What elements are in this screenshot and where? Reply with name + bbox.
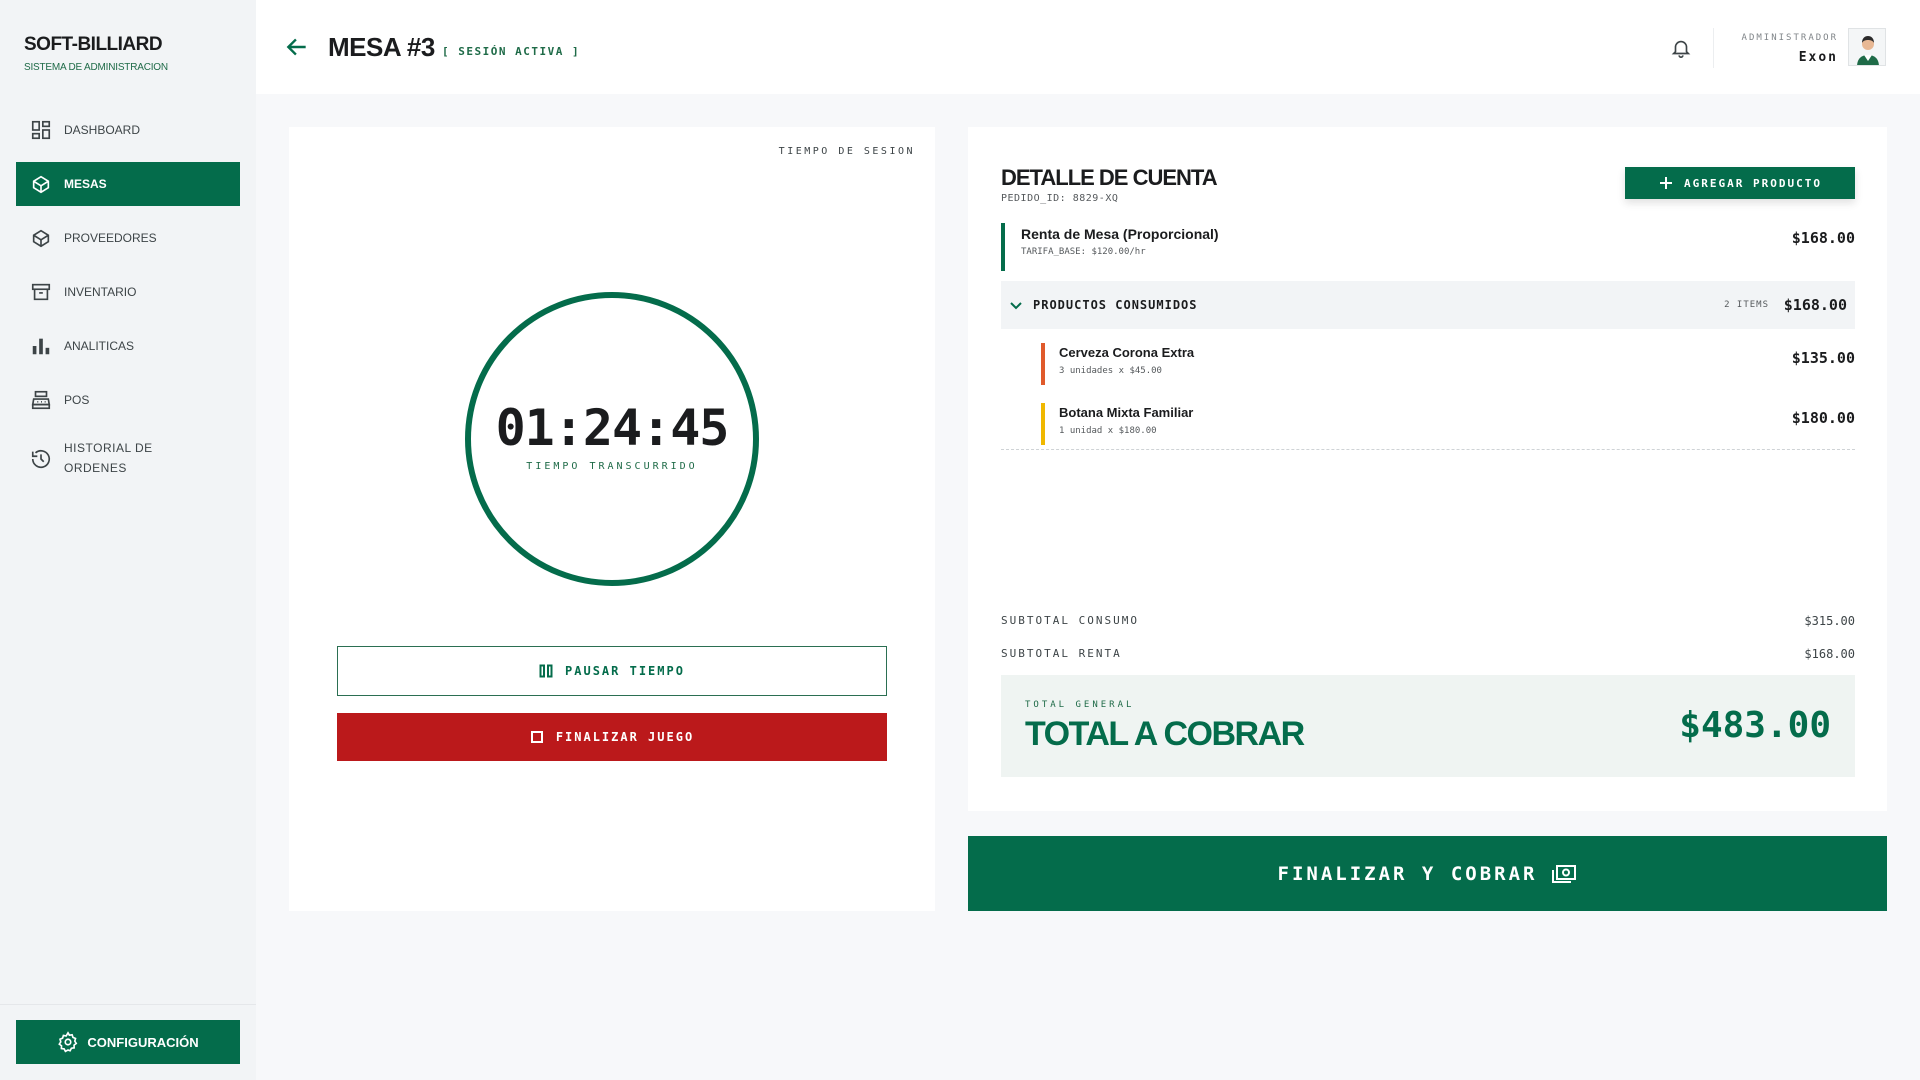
timer-sub-label: TIEMPO TRANSCURRIDO [526,461,698,472]
sidebar-item-mesas[interactable]: MESAS [16,162,240,206]
total-title: TOTAL A COBRAR [1025,715,1305,753]
add-product-button[interactable]: AGREGAR PRODUCTO [1625,167,1855,199]
total-box: TOTAL GENERAL TOTAL A COBRAR $483.00 [1001,675,1855,777]
brand-subtitle: SISTEMA DE ADMINISTRACION [24,62,168,73]
sidebar-item-analiticas[interactable]: ANALITICAS [16,324,240,368]
product-color-bar [1041,343,1045,385]
pause-time-button[interactable]: PAUSAR TIEMPO [337,646,887,696]
end-game-label: FINALIZAR JUEGO [555,730,695,744]
sidebar-item-historial[interactable]: HISTORIAL DE ORDENES [16,432,240,488]
subtotal-renta-value: $168.00 [1804,647,1855,661]
product-color-bar [1041,403,1045,445]
products-section-toggle[interactable]: PRODUCTOS CONSUMIDOS 2 ITEMS $168.00 [1001,281,1855,329]
account-detail-card: DETALLE DE CUENTA PEDIDO_ID: 8829-XQ AGR… [968,127,1887,811]
sidebar-item-label: MESAS [64,177,107,191]
subtotal-consumo-label: SUBTOTAL CONSUMO [1001,614,1139,627]
subtotal-consumo-value: $315.00 [1804,614,1855,628]
timer-value: 01:24:45 [495,399,730,457]
session-status-badge: [ SESIÓN ACTIVA ] [442,45,581,58]
product-detail: 3 unidades x $45.00 [1059,366,1162,376]
product-detail: 1 unidad x $180.00 [1059,426,1157,436]
config-button[interactable]: CONFIGURACIÓN [16,1020,240,1064]
sidebar-item-pos[interactable]: POS [16,378,240,422]
archive-icon [31,283,51,301]
sidebar: SOFT-BILLIARD SISTEMA DE ADMINISTRACION … [0,0,256,1080]
sidebar-item-label: PROVEEDORES [64,231,157,245]
brand: SOFT-BILLIARD SISTEMA DE ADMINISTRACION [24,34,168,73]
user-name: Exon [1798,50,1838,65]
cash-icon [1552,864,1577,883]
billiard-icon [32,175,50,194]
total-general-label: TOTAL GENERAL [1025,700,1135,710]
sidebar-item-proveedores[interactable]: PROVEEDORES [16,216,240,260]
bar-chart-icon [32,338,50,355]
finalize-and-charge-button[interactable]: FINALIZAR Y COBRAR [968,836,1887,911]
rent-price: $168.00 [1791,229,1855,247]
dashboard-icon [31,120,51,140]
products-count: 2 ITEMS [1724,300,1769,310]
session-timer-card: TIEMPO DE SESION 01:24:45 TIEMPO TRANSCU… [289,127,935,911]
add-product-label: AGREGAR PRODUCTO [1684,176,1822,190]
brand-name: SOFT-BILLIARD [24,34,163,55]
pause-time-label: PAUSAR TIEMPO [565,664,685,678]
products-total: $168.00 [1783,296,1847,314]
plus-icon [1660,177,1673,189]
subtotal-renta-row: SUBTOTAL RENTA $168.00 [1001,647,1855,661]
session-time-label: TIEMPO DE SESION [778,146,915,157]
end-game-button[interactable]: FINALIZAR JUEGO [337,713,887,761]
sidebar-item-label: DASHBOARD [64,123,141,137]
box-icon [32,229,50,248]
list-item[interactable]: Botana Mixta Familiar 1 unidad x $180.00… [1041,403,1855,445]
sidebar-nav: DASHBOARD MESAS PROVEEDORES INVENTARIO A… [16,108,240,498]
total-amount: $483.00 [1679,705,1831,746]
user-role: ADMINISTRADOR [1741,33,1838,43]
product-name: Cerveza Corona Extra [1059,345,1195,360]
product-price: $180.00 [1791,409,1855,427]
products-title: PRODUCTOS CONSUMIDOS [1033,298,1198,312]
pause-icon [539,664,553,678]
rent-name: Renta de Mesa (Proporcional) [1021,226,1219,242]
product-price: $135.00 [1791,349,1855,367]
sidebar-item-label-line2: ORDENES [64,461,127,475]
subtotal-consumo-row: SUBTOTAL CONSUMO $315.00 [1001,614,1855,628]
sidebar-item-label-line1: HISTORIAL DE [64,441,153,455]
table-rent-row: Renta de Mesa (Proporcional) TARIFA_BASE… [1001,223,1855,271]
dashed-divider [1001,449,1855,450]
bell-icon[interactable] [1670,36,1692,60]
product-name: Botana Mixta Familiar [1059,405,1194,420]
top-header: MESA #3 [ SESIÓN ACTIVA ] ADMINISTRADOR … [256,0,1920,94]
chevron-down-icon [1010,302,1022,310]
gear-icon [58,1031,78,1053]
sidebar-item-label: HISTORIAL DE ORDENES [64,438,153,478]
sidebar-divider [0,1004,256,1005]
rent-rate: TARIFA_BASE: $120.00/hr [1021,247,1146,257]
history-icon [31,450,51,469]
stop-icon [530,731,543,743]
account-title: DETALLE DE CUENTA [1001,165,1218,190]
order-id: PEDIDO_ID: 8829-XQ [1001,193,1119,204]
back-arrow-icon[interactable] [284,34,310,60]
header-divider [1713,28,1714,68]
subtotal-renta-label: SUBTOTAL RENTA [1001,647,1122,660]
user-avatar-icon [1849,29,1885,65]
config-label: CONFIGURACIÓN [87,1034,199,1050]
sidebar-item-label: INVENTARIO [64,285,137,299]
sidebar-item-label: ANALITICAS [64,339,135,353]
sidebar-item-dashboard[interactable]: DASHBOARD [16,108,240,152]
cash-register-icon [31,390,51,410]
sidebar-item-inventario[interactable]: INVENTARIO [16,270,240,314]
sidebar-item-label: POS [64,393,90,407]
list-item[interactable]: Cerveza Corona Extra 3 unidades x $45.00… [1041,343,1855,385]
avatar[interactable] [1848,28,1886,66]
checkout-label: FINALIZAR Y COBRAR [1277,862,1538,885]
page-title: MESA #3 [328,32,435,62]
